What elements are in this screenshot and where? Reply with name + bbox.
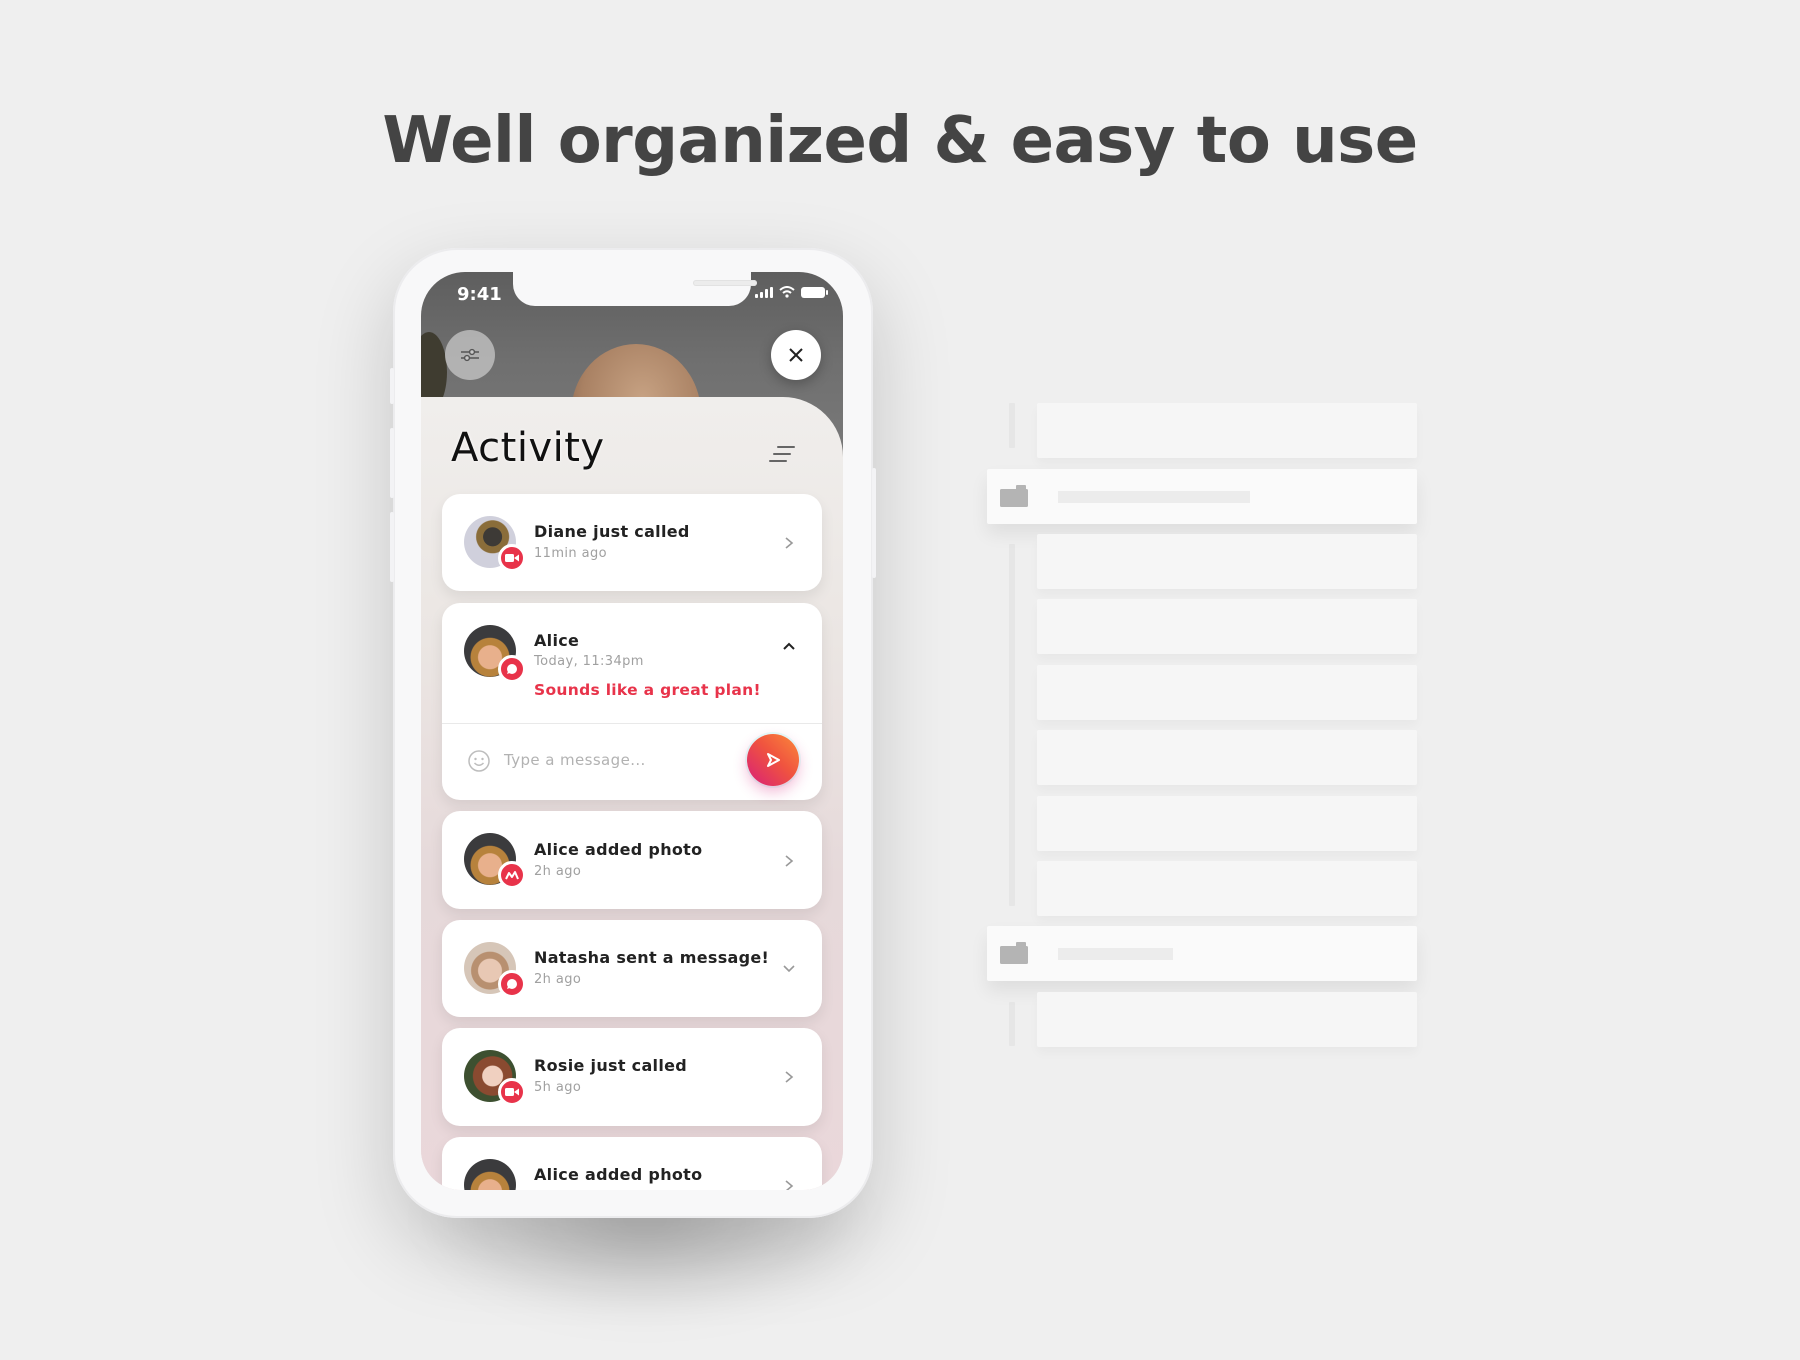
- filter-sliders-icon: [461, 348, 479, 362]
- video-call-icon: [498, 544, 526, 572]
- status-icons: [755, 286, 828, 298]
- activity-item[interactable]: Natasha sent a message! 2h ago: [442, 920, 822, 1017]
- message-input[interactable]: Type a message...: [504, 751, 646, 769]
- chat-bubble-icon: [498, 655, 526, 683]
- wifi-icon: [779, 286, 795, 298]
- activity-item[interactable]: Alice added photo 2h ago: [442, 811, 822, 909]
- avatar: [464, 1159, 516, 1190]
- battery-icon: [801, 286, 828, 298]
- send-button[interactable]: [747, 734, 799, 786]
- wireframe-row: [1037, 730, 1417, 785]
- sort-menu-icon[interactable]: [769, 445, 795, 463]
- wireframe-row: [1037, 534, 1417, 589]
- item-title: Alice added photo: [534, 1165, 703, 1184]
- folder-icon: [1000, 942, 1028, 964]
- wireframe-connector: [1009, 1002, 1015, 1046]
- signal-icon: [755, 286, 773, 298]
- wireframe-placeholder-text: [1058, 948, 1173, 960]
- item-subtitle: 11min ago: [534, 546, 607, 561]
- status-time: 9:41: [457, 284, 502, 305]
- item-subtitle: Today, 11:34pm: [534, 654, 644, 669]
- chevron-right-icon[interactable]: [782, 854, 796, 868]
- item-title: Alice added photo: [534, 840, 703, 859]
- wireframe-placeholder-text: [1058, 491, 1250, 503]
- item-title: Rosie just called: [534, 1056, 688, 1075]
- wireframe-row: [1037, 861, 1417, 916]
- phone-silent-switch: [390, 368, 394, 404]
- item-subtitle: 2h ago: [534, 972, 582, 987]
- phone-speaker: [693, 280, 757, 286]
- card-divider: [442, 723, 822, 724]
- send-icon: [767, 753, 780, 767]
- activity-item[interactable]: Alice added photo: [442, 1137, 822, 1190]
- activity-title: Activity: [451, 425, 605, 471]
- phone-power-button: [872, 468, 876, 578]
- chevron-right-icon[interactable]: [782, 1070, 796, 1084]
- phone-volume-down: [390, 512, 394, 582]
- wireframe-row: [1037, 665, 1417, 720]
- video-call-icon: [498, 1078, 526, 1106]
- activity-item[interactable]: Diane just called 11min ago: [442, 494, 822, 591]
- photo-icon: [498, 861, 526, 889]
- phone-volume-up: [390, 428, 394, 498]
- wireframe-connector: [1009, 403, 1015, 448]
- activity-item[interactable]: Rosie just called 5h ago: [442, 1028, 822, 1126]
- chat-bubble-icon: [498, 970, 526, 998]
- chevron-up-icon[interactable]: [782, 639, 796, 653]
- item-subtitle: 5h ago: [534, 1080, 582, 1095]
- close-icon: [789, 348, 803, 362]
- item-title: Natasha sent a message!: [534, 948, 770, 967]
- filter-button[interactable]: [445, 330, 495, 380]
- chevron-right-icon[interactable]: [782, 1179, 796, 1190]
- phone-mockup: 9:41 Activity Diane just called 11min ag…: [390, 248, 876, 1218]
- wireframe-folder-row[interactable]: [987, 926, 1417, 981]
- smiley-icon[interactable]: [467, 749, 491, 773]
- wireframe-row: [1037, 992, 1417, 1047]
- wireframe-folder-row[interactable]: [987, 469, 1417, 524]
- wireframe-row: [1037, 599, 1417, 654]
- chevron-right-icon[interactable]: [782, 536, 796, 550]
- page-headline: Well organized & easy to use: [382, 104, 1418, 178]
- item-title: Diane just called: [534, 522, 690, 541]
- item-title: Alice: [534, 631, 580, 650]
- wireframe-row: [1037, 796, 1417, 851]
- folder-icon: [1000, 485, 1028, 507]
- phone-screen: 9:41 Activity Diane just called 11min ag…: [421, 272, 843, 1190]
- phone-notch: [513, 272, 757, 306]
- item-subtitle: 2h ago: [534, 864, 582, 879]
- activity-sheet: Activity Diane just called 11min ago Ali…: [421, 397, 843, 1190]
- close-button[interactable]: [771, 330, 821, 380]
- message-preview: Sounds like a great plan!: [534, 681, 761, 699]
- activity-item-expanded[interactable]: Alice Today, 11:34pm Sounds like a great…: [442, 603, 822, 800]
- wireframe-row: [1037, 403, 1417, 458]
- wireframe-connector: [1009, 544, 1015, 906]
- chevron-down-icon[interactable]: [782, 962, 796, 976]
